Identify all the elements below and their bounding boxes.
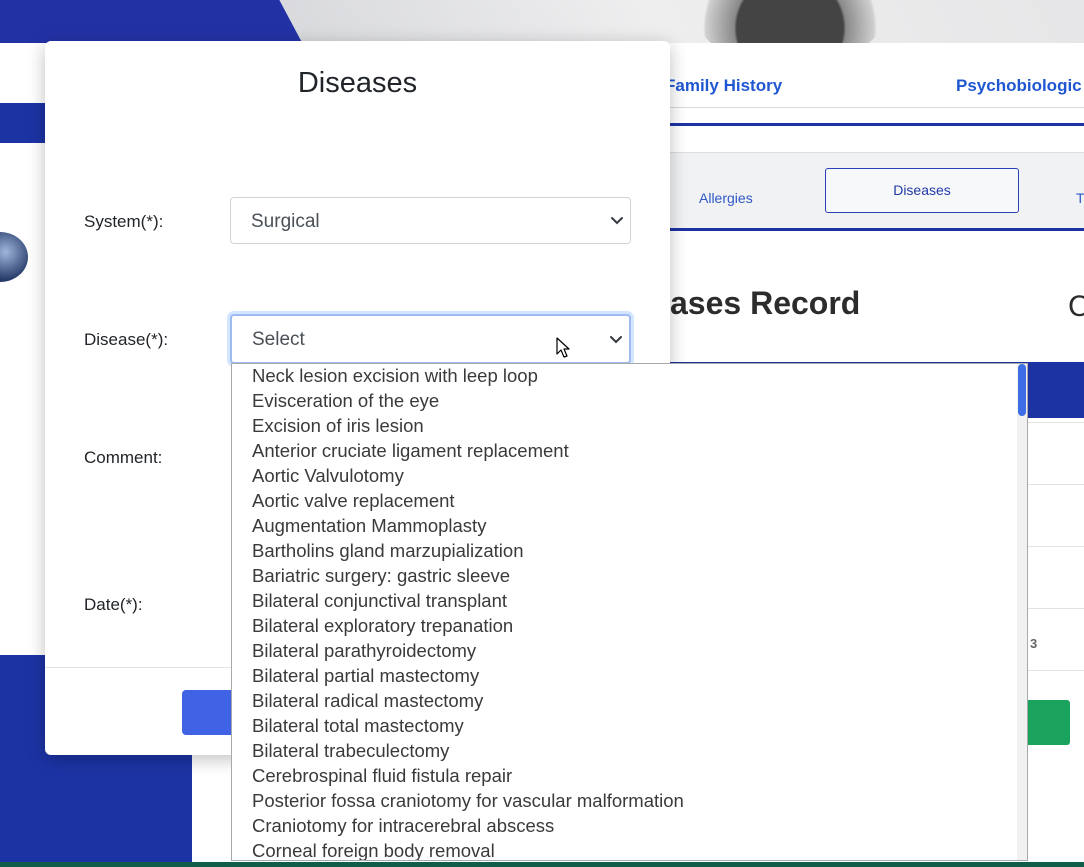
disease-option[interactable]: Bariatric surgery: gastric sleeve	[232, 564, 1018, 589]
disease-option[interactable]: Bilateral conjunctival transplant	[232, 589, 1018, 614]
disease-option[interactable]: Neck lesion excision with leep loop	[232, 364, 1018, 389]
record-tabs-underline	[670, 228, 1084, 231]
hero-banner	[0, 0, 1084, 43]
tab-family-history[interactable]: Family History	[665, 76, 782, 96]
comment-label: Comment:	[84, 448, 163, 467]
disease-options: Neck lesion excision with leep loop Evis…	[232, 364, 1018, 860]
disease-option[interactable]: Bilateral radical mastectomy	[232, 689, 1018, 714]
system-select-value: Surgical	[251, 211, 320, 232]
mouse-cursor-icon	[556, 337, 570, 358]
disease-label: Disease(*):	[84, 330, 169, 349]
disease-option[interactable]: Bilateral total mastectomy	[232, 714, 1018, 739]
tab-diseases[interactable]: Diseases	[825, 168, 1019, 213]
system-select[interactable]: Surgical	[230, 197, 631, 244]
hero-image	[690, 0, 890, 43]
tab-allergies[interactable]: Allergies	[699, 190, 753, 206]
disease-option[interactable]: Bilateral partial mastectomy	[232, 664, 1018, 689]
footer-strip	[0, 862, 1084, 867]
disease-option[interactable]: Evisceration of the eye	[232, 389, 1018, 414]
disease-option[interactable]: Aortic valve replacement	[232, 489, 1018, 514]
disease-option[interactable]: Bilateral trabeculectomy	[232, 739, 1018, 764]
record-heading-right: C	[1068, 290, 1084, 323]
tab-diseases-label: Diseases	[893, 182, 951, 198]
disease-option[interactable]: Cerebrospinal fluid fistula repair	[232, 764, 1018, 789]
date-label: Date(*):	[84, 595, 143, 614]
record-heading: ases Record	[670, 285, 861, 321]
disease-option[interactable]: Craniotomy for intracerebral abscess	[232, 814, 1018, 839]
scrollbar-thumb[interactable]	[1018, 364, 1026, 416]
tab-next[interactable]: T	[1076, 190, 1084, 206]
disease-dropdown-list[interactable]: Neck lesion excision with leep loop Evis…	[231, 363, 1028, 861]
disease-option[interactable]: Bartholins gland marzupialization	[232, 539, 1018, 564]
table-cell-number: 3	[1030, 636, 1038, 651]
tab-psychobiologic[interactable]: Psychobiologic	[956, 76, 1082, 96]
disease-option[interactable]: Bilateral parathyroidectomy	[232, 639, 1018, 664]
modal-title: Diseases	[297, 67, 418, 99]
disease-option[interactable]: Posterior fossa craniotomy for vascular …	[232, 789, 1018, 814]
disease-option[interactable]: Excision of iris lesion	[232, 414, 1018, 439]
chevron-down-icon	[610, 336, 622, 344]
disease-option[interactable]: Aortic Valvulotomy	[232, 464, 1018, 489]
system-label: System(*):	[84, 212, 164, 231]
chevron-down-icon	[611, 217, 623, 225]
disease-option[interactable]: Anterior cruciate ligament replacement	[232, 439, 1018, 464]
dropdown-scrollbar[interactable]	[1017, 364, 1027, 860]
disease-option[interactable]: Augmentation Mammoplasty	[232, 514, 1018, 539]
disease-option[interactable]: Bilateral exploratory trepanation	[232, 614, 1018, 639]
disease-option[interactable]: Corneal foreign body removal	[232, 839, 1018, 860]
tabs-underline	[670, 123, 1084, 126]
disease-select-value: Select	[252, 329, 305, 350]
history-tabs: Family History Psychobiologic	[640, 60, 1084, 108]
